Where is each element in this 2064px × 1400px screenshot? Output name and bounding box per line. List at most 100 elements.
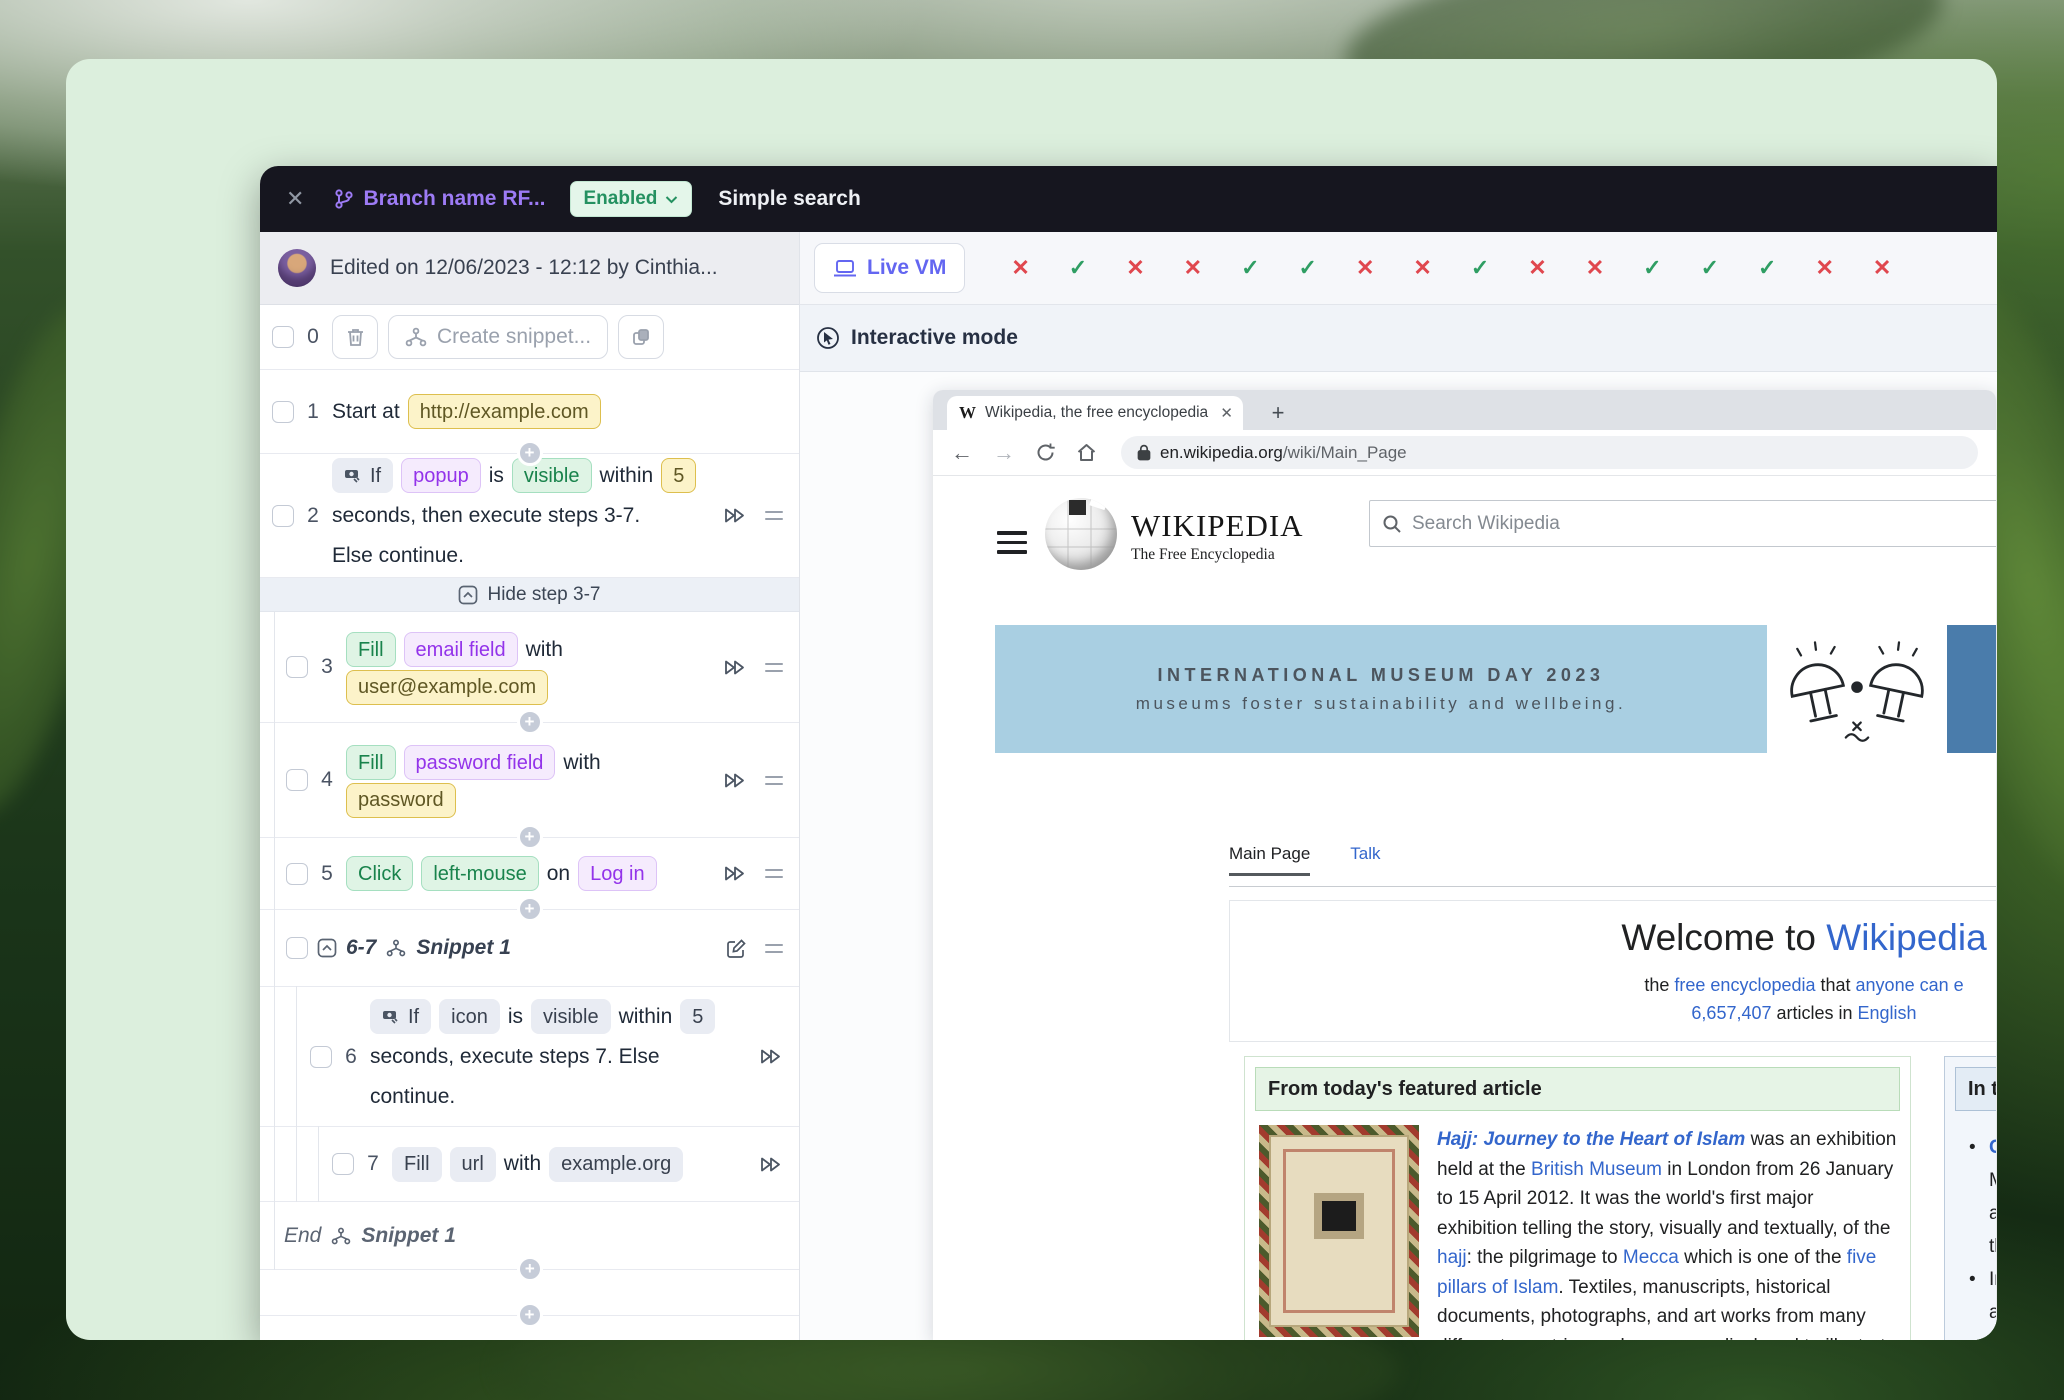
avatar[interactable] bbox=[278, 249, 316, 287]
chip-if-condition[interactable]: If bbox=[370, 999, 431, 1034]
browser-tab[interactable]: W Wikipedia, the free encyclopedia ✕ bbox=[947, 396, 1243, 430]
fast-forward-icon[interactable] bbox=[759, 1156, 783, 1173]
drag-handle-icon[interactable] bbox=[765, 663, 783, 672]
step-checkbox[interactable] bbox=[272, 505, 294, 527]
chip-start-url[interactable]: http://example.com bbox=[408, 394, 601, 429]
add-step-connector[interactable]: + bbox=[517, 824, 543, 850]
welcome-title[interactable]: Welcome to Wikipedia bbox=[1230, 915, 1996, 961]
chip-target[interactable]: url bbox=[450, 1147, 496, 1182]
add-step-connector[interactable]: + bbox=[517, 1256, 543, 1282]
inline-link[interactable]: Wikipedia bbox=[1826, 917, 1986, 958]
chip-timeout[interactable]: 5 bbox=[680, 999, 715, 1034]
duplicate-step-button[interactable] bbox=[618, 315, 664, 359]
fast-forward-icon[interactable] bbox=[723, 865, 747, 882]
drag-handle-icon[interactable] bbox=[765, 869, 783, 878]
hajj-certificate-image[interactable] bbox=[1259, 1125, 1419, 1337]
step-checkbox[interactable] bbox=[332, 1153, 354, 1175]
new-tab-button[interactable]: + bbox=[1263, 398, 1293, 428]
collapse-icon[interactable] bbox=[308, 938, 346, 958]
fast-forward-icon[interactable] bbox=[723, 507, 747, 524]
forward-icon[interactable]: → bbox=[993, 442, 1015, 464]
step-row-6[interactable]: 6 If icon is bbox=[260, 987, 799, 1127]
chip-action[interactable]: Click bbox=[346, 856, 413, 891]
text-run: Mya bbox=[1989, 1170, 1996, 1191]
live-vm-button[interactable]: Live VM bbox=[814, 243, 965, 293]
step-checkbox[interactable] bbox=[272, 401, 294, 423]
chip-state[interactable]: visible bbox=[531, 999, 611, 1034]
chip-target[interactable]: email field bbox=[404, 632, 518, 667]
step-row-1[interactable]: 1 Start at http://example.com + bbox=[260, 370, 799, 454]
chip-action[interactable]: Fill bbox=[392, 1147, 442, 1182]
add-step-connector[interactable]: + bbox=[517, 1302, 543, 1328]
branch-selector[interactable]: Branch name RF... bbox=[334, 187, 545, 211]
chip-subject[interactable]: icon bbox=[439, 999, 500, 1034]
chip-value[interactable]: user@example.com bbox=[346, 670, 548, 705]
chip-action[interactable]: Fill bbox=[346, 745, 396, 780]
step-checkbox[interactable] bbox=[286, 937, 308, 959]
text-run[interactable]: /wiki/Main_Page bbox=[1283, 443, 1407, 462]
chip-value[interactable]: password bbox=[346, 783, 456, 818]
tab-close-icon[interactable]: ✕ bbox=[1220, 404, 1233, 422]
tab-main-page[interactable]: Main Page bbox=[1229, 844, 1310, 876]
url-bar[interactable]: en.wikipedia.org/wiki/Main_Page bbox=[1121, 436, 1978, 469]
hamburger-menu-icon[interactable] bbox=[997, 531, 1027, 554]
inline-link[interactable]: 6,657,407 bbox=[1691, 1003, 1771, 1023]
step-checkbox[interactable] bbox=[272, 326, 294, 348]
inline-link[interactable]: anyone can e bbox=[1856, 975, 1964, 995]
chip-action[interactable]: Fill bbox=[346, 632, 396, 667]
chip-target[interactable]: password field bbox=[404, 745, 556, 780]
chip-if-condition[interactable]: If bbox=[332, 458, 393, 493]
step-checkbox[interactable] bbox=[286, 769, 308, 791]
snippet-tree-icon bbox=[405, 327, 427, 347]
fast-forward-icon[interactable] bbox=[723, 659, 747, 676]
add-step-connector[interactable]: + bbox=[517, 896, 543, 922]
step-row-3[interactable]: 3 Fill email field with user@example.com bbox=[260, 612, 799, 723]
inline-link[interactable]: Cyc bbox=[1989, 1137, 1996, 1158]
reload-icon[interactable] bbox=[1035, 442, 1056, 463]
drag-handle-icon[interactable] bbox=[765, 944, 783, 953]
wikipedia-search-box[interactable] bbox=[1369, 500, 1996, 547]
article-count-line[interactable]: 6,657,407 articles in English bbox=[1230, 999, 1996, 1027]
drag-handle-icon[interactable] bbox=[765, 776, 783, 785]
step-checkbox[interactable] bbox=[310, 1046, 332, 1068]
chip-subject[interactable]: popup bbox=[401, 458, 481, 493]
inline-link[interactable]: Mecca bbox=[1623, 1247, 1679, 1268]
inline-link[interactable]: free encyclopedia bbox=[1674, 975, 1815, 995]
text-run[interactable]: en.wikipedia.org bbox=[1160, 443, 1283, 462]
museum-day-banner[interactable]: INTERNATIONAL MUSEUM DAY 2023 museums fo… bbox=[995, 625, 1996, 753]
delete-step-button[interactable] bbox=[332, 315, 378, 359]
inline-link[interactable]: British Museum bbox=[1531, 1159, 1662, 1180]
step-row-7[interactable]: 7 Fill url with example.org bbox=[260, 1127, 799, 1202]
welcome-subtitle[interactable]: the free encyclopedia that anyone can e bbox=[1230, 971, 1996, 999]
chip-target[interactable]: left-mouse bbox=[421, 856, 538, 891]
featured-article-text[interactable]: Hajj: Journey to the Heart of Islam was … bbox=[1421, 1125, 1898, 1340]
fast-forward-icon[interactable] bbox=[759, 1048, 783, 1065]
inline-link[interactable]: hajj bbox=[1437, 1247, 1467, 1268]
chip-value[interactable]: Log in bbox=[578, 856, 657, 891]
wikipedia-wordmark[interactable]: WIKIPEDIA bbox=[1131, 508, 1304, 544]
home-icon[interactable] bbox=[1076, 442, 1097, 463]
step-checkbox[interactable] bbox=[286, 656, 308, 678]
edit-icon[interactable] bbox=[726, 938, 747, 959]
chip-value[interactable]: example.org bbox=[549, 1147, 683, 1182]
add-step-connector[interactable]: + bbox=[517, 440, 543, 466]
add-step-connector[interactable]: + bbox=[517, 709, 543, 735]
back-icon[interactable]: ← bbox=[951, 442, 973, 464]
step-checkbox[interactable] bbox=[286, 863, 308, 885]
step-row-2[interactable]: 2 If popup is bbox=[260, 454, 799, 578]
inline-link[interactable]: Hajj: Journey to the Heart of Islam bbox=[1437, 1129, 1745, 1150]
search-input[interactable] bbox=[1412, 513, 1996, 535]
news-item-line[interactable]: •Cyc bbox=[1945, 1131, 1996, 1164]
wikipedia-globe-logo[interactable] bbox=[1045, 498, 1117, 570]
chip-timeout[interactable]: 5 bbox=[661, 458, 696, 493]
create-snippet-button[interactable]: Create snippet... bbox=[388, 315, 608, 359]
close-icon[interactable]: ✕ bbox=[286, 186, 304, 212]
fast-forward-icon[interactable] bbox=[723, 772, 747, 789]
enabled-dropdown[interactable]: Enabled bbox=[570, 181, 693, 217]
inline-link[interactable]: English bbox=[1858, 1003, 1917, 1023]
news-item-line[interactable]: •In th bbox=[1945, 1263, 1996, 1296]
drag-handle-icon[interactable] bbox=[765, 511, 783, 520]
step-row-4[interactable]: 4 Fill password field with password bbox=[260, 723, 799, 838]
fail-mark-icon: ✕ bbox=[1815, 255, 1833, 281]
tab-talk[interactable]: Talk bbox=[1350, 844, 1380, 876]
